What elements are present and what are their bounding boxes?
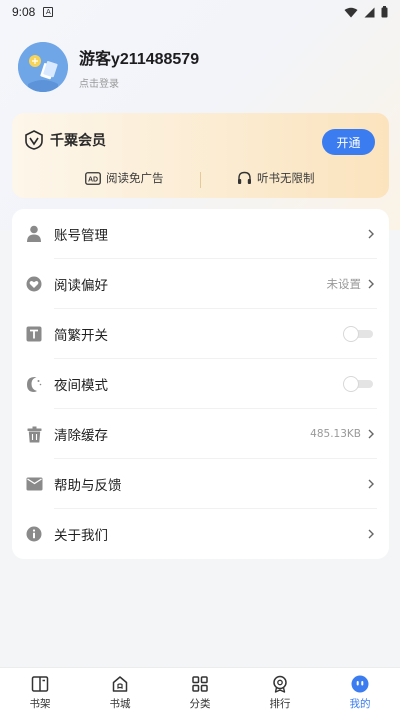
vip-card[interactable]: 千粟会员 开通 AD 阅读免广告 听书无限制 <box>12 113 389 198</box>
menu-label: 帮助与反馈 <box>54 478 122 494</box>
benefit-no-ads: AD 阅读免广告 <box>85 170 164 186</box>
wifi-icon <box>344 7 358 17</box>
tab-profile[interactable]: 我的 <box>320 668 400 710</box>
chevron-right-icon <box>365 428 377 440</box>
moon-icon <box>25 375 43 393</box>
tab-label: 书架 <box>29 698 51 710</box>
category-icon <box>190 674 210 693</box>
chevron-right-icon <box>365 278 377 290</box>
heart-icon <box>25 275 43 293</box>
menu-item-traditional-simplified: 简繁开关 <box>12 309 389 359</box>
benefit-divider <box>200 172 201 188</box>
avatar[interactable] <box>18 42 68 92</box>
menu-item-night-mode: 夜间模式 <box>12 359 389 409</box>
menu-item-about-us[interactable]: 关于我们 <box>12 509 389 559</box>
account-icon <box>25 225 43 243</box>
menu-item-clear-cache[interactable]: 清除缓存 485.13KB <box>12 409 389 459</box>
reading-preference-value: 未设置 <box>326 277 362 291</box>
cache-size-value: 485.13KB <box>310 428 361 440</box>
tab-bookstore[interactable]: 书城 <box>80 668 160 710</box>
tab-bookshelf[interactable]: 书架 <box>0 668 80 710</box>
envelope-icon <box>25 475 43 493</box>
store-icon <box>110 674 130 693</box>
menu-label: 关于我们 <box>54 528 108 544</box>
tab-category[interactable]: 分类 <box>160 668 240 710</box>
menu-item-account[interactable]: 账号管理 <box>12 209 389 259</box>
menu-item-reading-preference[interactable]: 阅读偏好 未设置 <box>12 259 389 309</box>
tab-label: 书城 <box>109 698 131 710</box>
bottom-tab-bar: 书架 书城 分类 排行 我的 <box>0 667 400 710</box>
tab-ranking[interactable]: 排行 <box>240 668 320 710</box>
bookshelf-icon <box>30 674 50 693</box>
menu-label: 夜间模式 <box>54 378 108 394</box>
profile-icon <box>350 674 370 693</box>
menu-label: 阅读偏好 <box>54 278 108 294</box>
chevron-right-icon <box>365 478 377 490</box>
trash-icon <box>25 425 43 443</box>
vip-open-button[interactable]: 开通 <box>322 129 375 155</box>
menu-label: 账号管理 <box>54 228 108 244</box>
benefit-label: 阅读免广告 <box>106 171 164 185</box>
tab-label: 分类 <box>189 698 211 710</box>
settings-menu: 账号管理 阅读偏好 未设置 简繁开关 夜间模式 清除缓存 485.13KB 帮助… <box>12 209 389 559</box>
tab-label: 我的 <box>349 698 371 710</box>
signal-icon <box>364 7 375 17</box>
avatar-illustration-icon <box>18 42 68 92</box>
info-icon <box>25 525 43 543</box>
status-time: 9:08 <box>12 5 36 19</box>
night-mode-toggle[interactable] <box>343 376 373 392</box>
tab-label: 排行 <box>269 698 291 710</box>
menu-item-help-feedback[interactable]: 帮助与反馈 <box>12 459 389 509</box>
vip-badge-icon <box>25 130 43 150</box>
battery-icon <box>381 6 388 18</box>
menu-label: 简繁开关 <box>54 328 108 344</box>
chevron-right-icon <box>365 228 377 240</box>
svg-text:AD: AD <box>88 176 98 183</box>
username[interactable]: 游客y211488579 <box>79 45 199 69</box>
headphones-icon <box>238 171 251 184</box>
ranking-icon <box>270 674 290 693</box>
notification-icon: A <box>43 7 54 17</box>
profile-header[interactable]: 游客y211488579 点击登录 <box>18 42 199 92</box>
chevron-right-icon <box>365 528 377 540</box>
status-bar: 9:08 A <box>0 0 400 24</box>
traditional-simplified-toggle[interactable] <box>343 326 373 342</box>
vip-title: 千粟会员 <box>50 133 106 149</box>
text-icon <box>25 325 43 343</box>
benefit-label: 听书无限制 <box>257 171 315 185</box>
ad-icon: AD <box>85 171 101 185</box>
benefit-unlimited-listening: 听书无限制 <box>237 170 315 186</box>
menu-label: 清除缓存 <box>54 428 108 444</box>
login-hint[interactable]: 点击登录 <box>79 75 199 90</box>
